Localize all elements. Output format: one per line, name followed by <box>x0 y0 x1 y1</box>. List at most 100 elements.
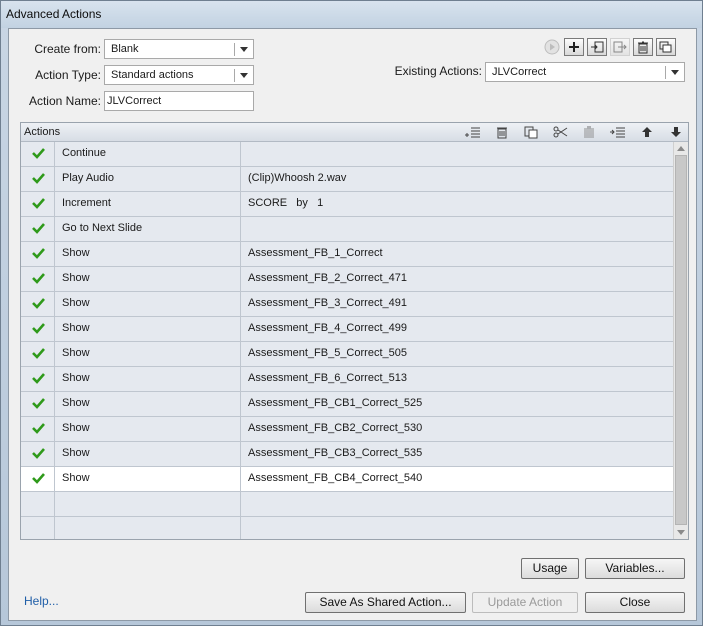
delete-row-icon[interactable] <box>493 124 511 140</box>
chevron-down-icon <box>671 70 679 75</box>
row-check-cell[interactable] <box>21 192 55 216</box>
row-action-cell[interactable]: Show <box>55 467 241 491</box>
row-action-cell[interactable] <box>55 517 241 539</box>
row-action-cell[interactable]: Show <box>55 442 241 466</box>
row-check-cell[interactable] <box>21 492 55 516</box>
row-check-cell[interactable] <box>21 467 55 491</box>
existing-actions-dropdown[interactable]: JLVCorrect <box>485 62 685 82</box>
row-check-cell[interactable] <box>21 342 55 366</box>
row-check-cell[interactable] <box>21 367 55 391</box>
row-check-cell[interactable] <box>21 242 55 266</box>
row-action-cell[interactable]: Show <box>55 292 241 316</box>
usage-button[interactable]: Usage <box>521 558 579 579</box>
create-from-dropdown[interactable]: Blank <box>104 39 254 59</box>
checkmark-icon <box>32 373 45 384</box>
move-down-icon[interactable] <box>667 124 685 140</box>
row-target-cell[interactable]: (Clip)Whoosh 2.wav <box>241 167 673 191</box>
row-target-cell[interactable]: SCORE by 1 <box>241 192 673 216</box>
row-target-cell[interactable]: Assessment_FB_5_Correct_505 <box>241 342 673 366</box>
row-target-cell[interactable]: Assessment_FB_3_Correct_491 <box>241 292 673 316</box>
cut-icon[interactable] <box>551 124 569 140</box>
row-action-cell[interactable] <box>55 492 241 516</box>
row-action-cell[interactable]: Go to Next Slide <box>55 217 241 241</box>
table-row[interactable]: Show Assessment_FB_3_Correct_491 <box>21 292 673 317</box>
variables-button[interactable]: Variables... <box>585 558 685 579</box>
row-action-cell[interactable]: Increment <box>55 192 241 216</box>
row-check-cell[interactable] <box>21 292 55 316</box>
row-target-cell[interactable]: Assessment_FB_1_Correct <box>241 242 673 266</box>
row-target-cell[interactable] <box>241 142 673 166</box>
row-target-cell[interactable]: Assessment_FB_CB4_Correct_540 <box>241 467 673 491</box>
scrollbar-thumb[interactable] <box>675 155 687 525</box>
row-target-cell[interactable]: Assessment_FB_4_Correct_499 <box>241 317 673 341</box>
row-action-cell[interactable]: Show <box>55 342 241 366</box>
row-target-cell[interactable]: Assessment_FB_CB3_Correct_535 <box>241 442 673 466</box>
row-check-cell[interactable] <box>21 442 55 466</box>
action-name-input[interactable]: JLVCorrect <box>104 91 254 111</box>
copy-icon[interactable] <box>522 124 540 140</box>
table-row[interactable]: Increment SCORE by 1 <box>21 192 673 217</box>
table-row[interactable] <box>21 492 673 517</box>
vertical-scrollbar[interactable] <box>673 142 688 539</box>
add-icon[interactable] <box>564 38 584 56</box>
move-up-icon[interactable] <box>638 124 656 140</box>
insert-above-icon[interactable] <box>609 124 627 140</box>
row-target-cell[interactable] <box>241 492 673 516</box>
row-action-cell[interactable]: Play Audio <box>55 167 241 191</box>
action-type-value: Standard actions <box>111 69 194 81</box>
row-action-cell[interactable]: Show <box>55 417 241 441</box>
duplicate-icon[interactable] <box>656 38 676 56</box>
row-action-cell[interactable]: Continue <box>55 142 241 166</box>
row-action-cell[interactable]: Show <box>55 317 241 341</box>
row-check-cell[interactable] <box>21 267 55 291</box>
row-action-cell[interactable]: Show <box>55 392 241 416</box>
import-icon[interactable] <box>587 38 607 56</box>
table-row[interactable]: Show Assessment_FB_2_Correct_471 <box>21 267 673 292</box>
insert-row-icon[interactable] <box>464 124 482 140</box>
table-row[interactable]: Show Assessment_FB_6_Correct_513 <box>21 367 673 392</box>
row-check-cell[interactable] <box>21 392 55 416</box>
action-name-text: Show <box>62 472 90 484</box>
delete-icon[interactable] <box>633 38 653 56</box>
row-check-cell[interactable] <box>21 167 55 191</box>
row-check-cell[interactable] <box>21 217 55 241</box>
close-button[interactable]: Close <box>585 592 685 613</box>
row-check-cell[interactable] <box>21 142 55 166</box>
chevron-down-icon <box>240 47 248 52</box>
table-row[interactable]: Show Assessment_FB_CB3_Correct_535 <box>21 442 673 467</box>
action-target-text: Assessment_FB_4_Correct_499 <box>248 322 407 334</box>
row-check-cell[interactable] <box>21 517 55 539</box>
table-row[interactable]: Go to Next Slide <box>21 217 673 242</box>
action-type-dropdown[interactable]: Standard actions <box>104 65 254 85</box>
export-icon[interactable] <box>610 38 630 56</box>
play-icon[interactable] <box>542 38 562 56</box>
paste-icon[interactable] <box>580 124 598 140</box>
table-row[interactable]: Show Assessment_FB_CB1_Correct_525 <box>21 392 673 417</box>
row-check-cell[interactable] <box>21 417 55 441</box>
table-row[interactable]: Show Assessment_FB_1_Correct <box>21 242 673 267</box>
row-target-cell[interactable]: Assessment_FB_CB2_Correct_530 <box>241 417 673 441</box>
row-target-cell[interactable] <box>241 217 673 241</box>
row-action-cell[interactable]: Show <box>55 267 241 291</box>
row-target-cell[interactable]: Assessment_FB_2_Correct_471 <box>241 267 673 291</box>
row-check-cell[interactable] <box>21 317 55 341</box>
update-action-button[interactable]: Update Action <box>472 592 578 613</box>
scroll-down-arrow-icon[interactable] <box>677 530 685 535</box>
table-row[interactable]: Play Audio (Clip)Whoosh 2.wav <box>21 167 673 192</box>
scroll-up-arrow-icon[interactable] <box>677 146 685 151</box>
table-row[interactable] <box>21 517 673 539</box>
action-target-text: Assessment_FB_3_Correct_491 <box>248 297 407 309</box>
table-row[interactable]: Show Assessment_FB_CB2_Correct_530 <box>21 417 673 442</box>
actions-panel: Actions Continue Play Audio (Clip)Whoosh… <box>20 122 689 540</box>
table-row[interactable]: Show Assessment_FB_5_Correct_505 <box>21 342 673 367</box>
help-link[interactable]: Help... <box>24 594 59 608</box>
table-row[interactable]: Show Assessment_FB_CB4_Correct_540 <box>21 467 673 492</box>
save-as-shared-action-button[interactable]: Save As Shared Action... <box>305 592 466 613</box>
row-action-cell[interactable]: Show <box>55 367 241 391</box>
row-action-cell[interactable]: Show <box>55 242 241 266</box>
row-target-cell[interactable] <box>241 517 673 539</box>
row-target-cell[interactable]: Assessment_FB_CB1_Correct_525 <box>241 392 673 416</box>
table-row[interactable]: Show Assessment_FB_4_Correct_499 <box>21 317 673 342</box>
table-row[interactable]: Continue <box>21 142 673 167</box>
row-target-cell[interactable]: Assessment_FB_6_Correct_513 <box>241 367 673 391</box>
